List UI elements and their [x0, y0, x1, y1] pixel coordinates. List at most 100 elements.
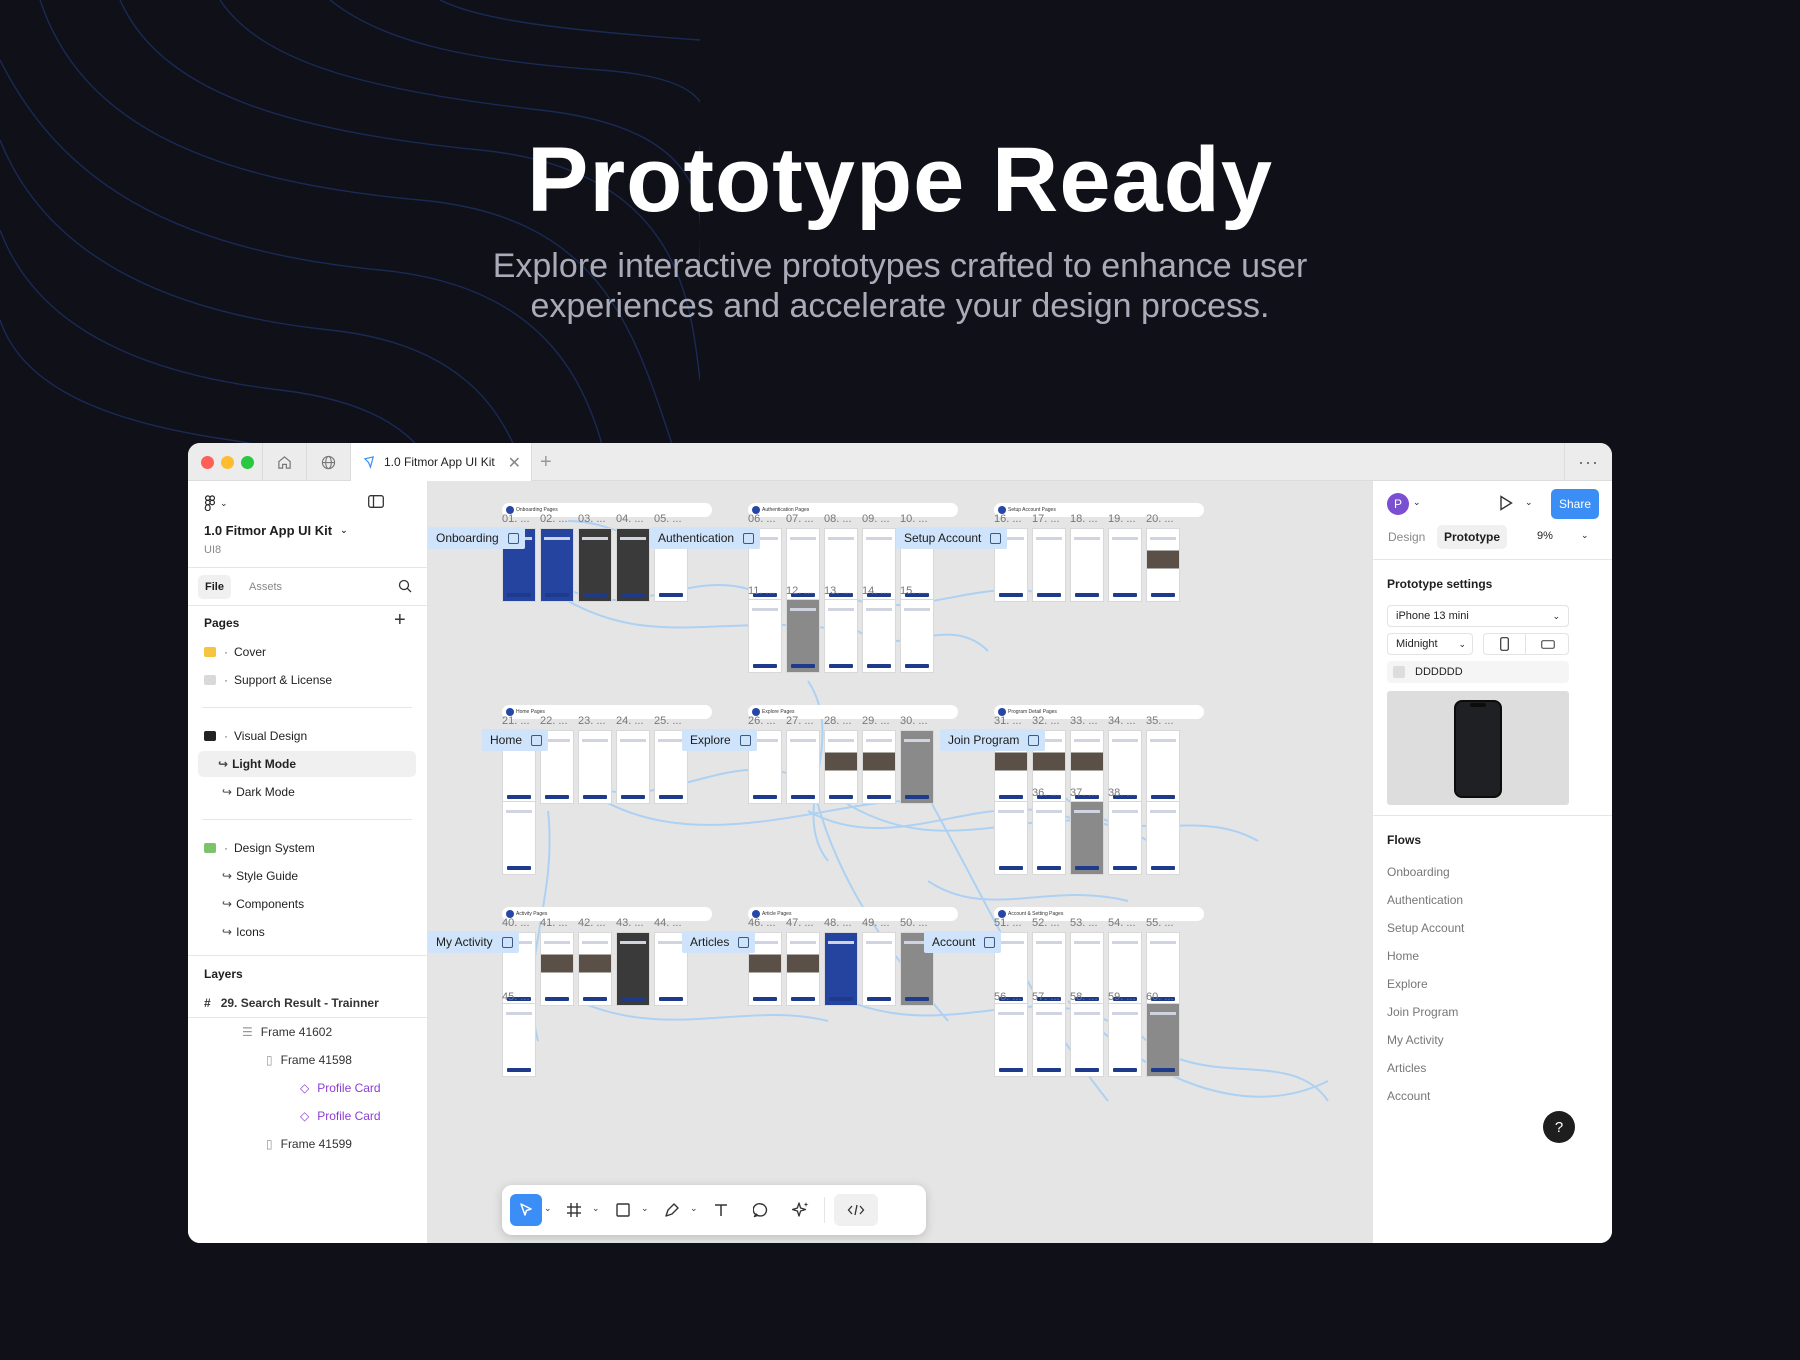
page-style-guide[interactable]: ↪ Style Guide — [202, 863, 412, 889]
screen-frame-thumbnail[interactable] — [1146, 801, 1180, 875]
comment-tool-button[interactable] — [745, 1194, 777, 1226]
screen-frame-thumbnail[interactable] — [1070, 1003, 1104, 1077]
screen-frame-thumbnail[interactable] — [786, 730, 820, 804]
text-tool-button[interactable] — [705, 1194, 737, 1226]
page-light-mode[interactable]: ↪ Light Mode — [198, 751, 416, 777]
screen-frame-thumbnail[interactable] — [540, 932, 574, 1006]
screen-frame-thumbnail[interactable] — [578, 528, 612, 602]
chevron-down-icon[interactable]: ⌄ — [592, 1203, 600, 1214]
screen-frame-thumbnail[interactable] — [1070, 528, 1104, 602]
flow-link-account[interactable]: Account — [1387, 1089, 1430, 1103]
layer-frame-search-result[interactable]: #29. Search Result - Trainner — [204, 990, 379, 1016]
screen-frame-thumbnail[interactable] — [994, 1003, 1028, 1077]
minimize-window-button[interactable] — [221, 456, 234, 469]
layer-frame-41599[interactable]: ▯ Frame 41599 — [266, 1131, 352, 1157]
screen-frame-thumbnail[interactable] — [1146, 730, 1180, 804]
tab-design[interactable]: Design — [1381, 525, 1432, 549]
screen-frame-thumbnail[interactable] — [786, 599, 820, 673]
screen-frame-thumbnail[interactable] — [540, 528, 574, 602]
page-icons[interactable]: ↪ Icons — [202, 919, 412, 945]
flow-start-authentication[interactable]: Authentication — [650, 527, 761, 549]
flow-link-explore[interactable]: Explore — [1387, 977, 1428, 991]
screen-frame-thumbnail[interactable] — [862, 599, 896, 673]
screen-frame-thumbnail[interactable] — [502, 1003, 536, 1077]
layer-profile-card[interactable]: ◇ Profile Card — [300, 1075, 381, 1101]
layer-frame-41602[interactable]: ☰ Frame 41602 — [242, 1019, 332, 1045]
frame-tool-button[interactable] — [558, 1194, 590, 1226]
screen-frame-thumbnail[interactable] — [748, 599, 782, 673]
new-tab-button[interactable]: + — [540, 451, 552, 474]
screen-frame-thumbnail[interactable] — [502, 801, 536, 875]
screen-frame-thumbnail[interactable] — [1070, 801, 1104, 875]
screen-frame-thumbnail[interactable] — [824, 932, 858, 1006]
main-menu-button[interactable]: ⌄ — [204, 495, 228, 511]
canvas[interactable]: Onboarding Pages Authentication Pages Se… — [428, 481, 1372, 1243]
page-cover[interactable]: · Cover — [202, 639, 412, 665]
flow-link-join-program[interactable]: Join Program — [1387, 1005, 1458, 1019]
present-button[interactable] — [1499, 495, 1513, 514]
page-visual-design[interactable]: · Visual Design — [202, 723, 412, 749]
tab-prototype[interactable]: Prototype — [1437, 525, 1508, 549]
file-tab[interactable]: 1.0 Fitmor App UI Kit ✕ — [350, 443, 532, 481]
screen-frame-thumbnail[interactable] — [900, 599, 934, 673]
screen-frame-thumbnail[interactable] — [1146, 1003, 1180, 1077]
screen-frame-thumbnail[interactable] — [578, 932, 612, 1006]
chevron-down-icon[interactable]: ⌄ — [544, 1203, 552, 1214]
dev-mode-toggle[interactable] — [834, 1194, 878, 1226]
actions-tool-button[interactable] — [785, 1194, 817, 1226]
page-dark-mode[interactable]: ↪ Dark Mode — [202, 779, 412, 805]
screen-frame-thumbnail[interactable] — [786, 932, 820, 1006]
tab-assets[interactable]: Assets — [242, 575, 289, 599]
search-button[interactable] — [398, 579, 412, 596]
layer-frame-41598[interactable]: ▯ Frame 41598 — [266, 1047, 352, 1073]
screen-frame-thumbnail[interactable] — [1032, 528, 1066, 602]
screen-frame-thumbnail[interactable] — [616, 730, 650, 804]
flow-start-onboarding[interactable]: Onboarding — [428, 527, 525, 549]
flow-start-my-activity[interactable]: My Activity — [428, 931, 519, 953]
share-button[interactable]: Share — [1551, 489, 1599, 519]
home-button[interactable] — [262, 443, 306, 481]
maximize-window-button[interactable] — [241, 456, 254, 469]
flow-start-setup-account[interactable]: Setup Account — [896, 527, 1008, 549]
background-color-field[interactable]: DDDDDD — [1387, 661, 1569, 683]
community-button[interactable] — [306, 443, 350, 481]
flow-start-articles[interactable]: Articles — [682, 931, 756, 953]
screen-frame-thumbnail[interactable] — [1032, 801, 1066, 875]
more-menu-button[interactable]: ··· — [1564, 443, 1612, 481]
flow-link-setup-account[interactable]: Setup Account — [1387, 921, 1464, 935]
screen-frame-thumbnail[interactable] — [616, 932, 650, 1006]
toggle-sidebar-button[interactable] — [368, 495, 384, 511]
screen-frame-thumbnail[interactable] — [994, 801, 1028, 875]
flow-link-my-activity[interactable]: My Activity — [1387, 1033, 1444, 1047]
screen-frame-thumbnail[interactable] — [1146, 528, 1180, 602]
screen-frame-thumbnail[interactable] — [1108, 528, 1142, 602]
flow-link-onboarding[interactable]: Onboarding — [1387, 865, 1450, 879]
screen-frame-thumbnail[interactable] — [1108, 1003, 1142, 1077]
help-button[interactable]: ? — [1543, 1111, 1575, 1143]
layer-profile-card[interactable]: ◇ Profile Card — [300, 1103, 381, 1129]
landscape-button[interactable] — [1527, 634, 1569, 654]
shape-tool-button[interactable] — [607, 1194, 639, 1226]
device-select[interactable]: iPhone 13 mini ⌄ — [1387, 605, 1569, 627]
add-page-button[interactable]: + — [394, 609, 406, 632]
screen-frame-thumbnail[interactable] — [824, 599, 858, 673]
screen-frame-thumbnail[interactable] — [824, 730, 858, 804]
screen-frame-thumbnail[interactable] — [1032, 1003, 1066, 1077]
page-design-system[interactable]: · Design System — [202, 835, 412, 861]
screen-frame-thumbnail[interactable] — [616, 528, 650, 602]
chevron-down-icon[interactable]: ⌄ — [690, 1203, 698, 1214]
device-color-select[interactable]: Midnight ⌄ — [1387, 633, 1473, 655]
flow-start-explore[interactable]: Explore — [682, 729, 757, 751]
file-name-button[interactable]: 1.0 Fitmor App UI Kit ⌄ — [204, 523, 348, 538]
screen-frame-thumbnail[interactable] — [862, 730, 896, 804]
flow-start-home[interactable]: Home — [482, 729, 549, 751]
user-avatar[interactable]: P — [1387, 493, 1409, 515]
page-components[interactable]: ↪ Components — [202, 891, 412, 917]
flow-link-articles[interactable]: Articles — [1387, 1061, 1426, 1075]
screen-frame-thumbnail[interactable] — [578, 730, 612, 804]
chevron-down-icon[interactable]: ⌄ — [1581, 530, 1589, 541]
close-window-button[interactable] — [201, 456, 214, 469]
tab-file[interactable]: File — [198, 575, 231, 599]
screen-frame-thumbnail[interactable] — [1108, 801, 1142, 875]
pen-tool-button[interactable] — [656, 1194, 688, 1226]
